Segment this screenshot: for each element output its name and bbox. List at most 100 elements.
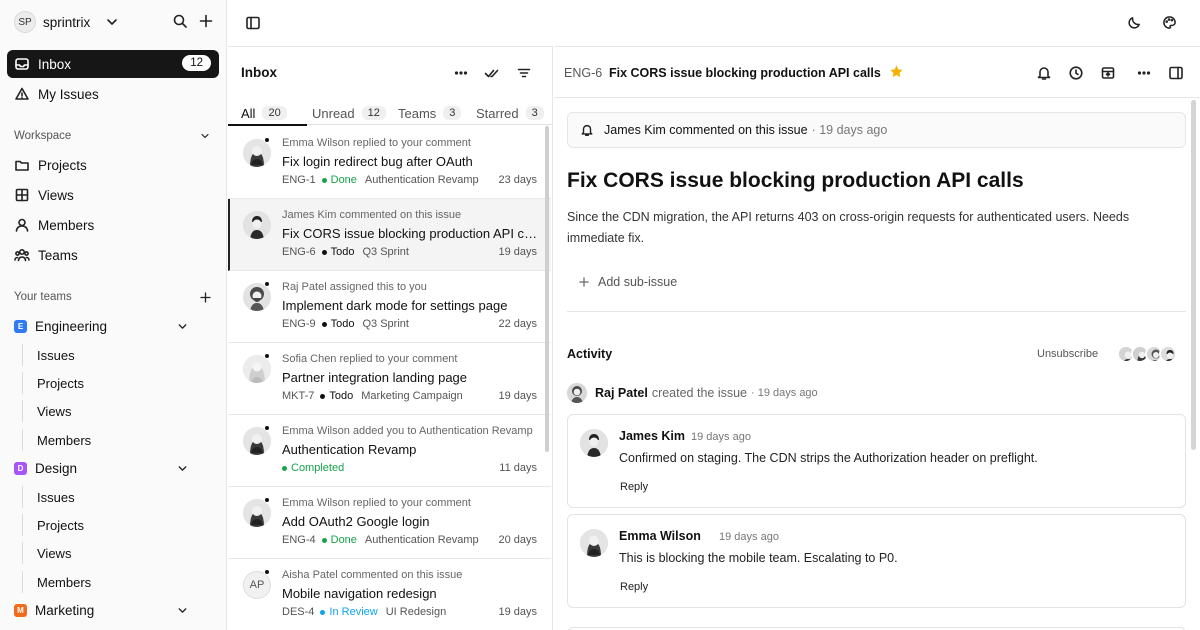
item-event: James Kim commented on this issue — [282, 209, 462, 221]
sidebar: SP sprintrix Inbox 12 My Issues Workspac… — [0, 0, 227, 630]
sidebar-item-label: Inbox — [38, 56, 72, 72]
issue-description[interactable]: Since the CDN migration, the API returns… — [567, 207, 1167, 249]
search-icon[interactable] — [172, 13, 188, 29]
unread-dot — [264, 425, 270, 431]
status-dot — [321, 537, 327, 543]
issue-id: ENG-4 — [282, 534, 316, 546]
banner-text: James Kim commented on this issue — [604, 123, 808, 137]
inbox-item[interactable]: Raj Patel assigned this to you Implement… — [228, 271, 551, 343]
team-engineering-views[interactable]: Views — [22, 400, 212, 422]
tab-unread[interactable]: Unread 12 — [312, 103, 386, 123]
tab-all[interactable]: All 20 — [241, 103, 287, 123]
palette-icon[interactable] — [1162, 15, 1177, 30]
team-design[interactable]: D Design — [14, 458, 77, 478]
activity-created: Raj Patel created the issue · 19 days ag… — [567, 383, 818, 403]
item-event: Raj Patel assigned this to you — [282, 281, 427, 293]
item-title: Partner integration landing page — [282, 370, 468, 385]
inbox-item[interactable]: Emma Wilson replied to your comment Fix … — [228, 127, 551, 199]
avatar-initials: AP — [243, 571, 271, 599]
activity-time: · 19 days ago — [751, 387, 818, 399]
sidebar-item-label: My Issues — [38, 86, 99, 102]
chevron-down-icon[interactable] — [176, 604, 189, 617]
activity-text: created the issue — [651, 386, 748, 400]
chevron-down-icon[interactable] — [176, 462, 189, 475]
project-name: Marketing Campaign — [361, 390, 463, 402]
inbox-scrollbar[interactable] — [545, 126, 549, 452]
bell-icon[interactable] — [1036, 65, 1052, 81]
status-label: Done — [330, 534, 357, 546]
sidebar-item-views[interactable]: Views — [7, 181, 219, 209]
workspace-switcher[interactable]: SP sprintrix — [14, 10, 120, 34]
clock-icon[interactable] — [1068, 65, 1084, 81]
status-label: Todo — [329, 390, 354, 402]
project-name: Authentication Revamp — [364, 534, 479, 546]
tab-teams[interactable]: Teams 3 — [398, 103, 462, 123]
team-engineering-members[interactable]: Members — [22, 429, 212, 451]
comment-body: This is blocking the mobile team. Escala… — [619, 551, 898, 565]
sidebar-item-members[interactable]: Members — [7, 211, 219, 239]
avatar — [243, 355, 271, 383]
more-horizontal-icon[interactable] — [453, 65, 469, 81]
team-design-projects[interactable]: Projects — [22, 514, 212, 536]
archive-icon[interactable] — [1100, 65, 1116, 81]
chevron-down-icon — [107, 19, 118, 25]
status-dot — [320, 393, 326, 399]
add-sub-issue-button[interactable]: Add sub-issue — [578, 275, 677, 289]
sidebar-item-projects[interactable]: Projects — [7, 151, 219, 179]
unread-dot — [264, 569, 270, 575]
item-time: 22 days — [498, 318, 537, 330]
sidebar-item-teams[interactable]: Teams — [7, 241, 219, 269]
actor-name[interactable]: Raj Patel — [595, 386, 648, 400]
moon-icon[interactable] — [1127, 15, 1142, 30]
users-group-icon — [14, 248, 30, 262]
team-design-views[interactable]: Views — [22, 542, 212, 564]
chevron-down-icon[interactable] — [176, 320, 189, 333]
sidebar-toggle-icon[interactable] — [245, 15, 261, 31]
banner-time: · 19 days ago — [811, 123, 888, 137]
comment-time: 19 days ago — [691, 431, 751, 443]
item-meta: ENG-9 Todo Q3 Sprint — [282, 318, 409, 330]
item-meta: ENG-6 Todo Q3 Sprint — [282, 246, 409, 258]
unread-dot — [264, 497, 270, 503]
team-design-issues[interactable]: Issues — [22, 486, 212, 508]
plus-icon[interactable] — [199, 291, 212, 304]
teams-section-header: Your teams — [14, 291, 72, 303]
item-time: 11 days — [499, 462, 537, 474]
team-marketing[interactable]: M Marketing — [14, 600, 94, 620]
team-engineering-issues[interactable]: Issues — [22, 344, 212, 366]
inbox-item[interactable]: AP Aisha Patel commented on this issue M… — [228, 559, 551, 630]
team-engineering-projects[interactable]: Projects — [22, 372, 212, 394]
sidebar-item-inbox[interactable]: Inbox 12 — [7, 50, 219, 78]
avatar — [243, 139, 271, 167]
reply-button[interactable]: Reply — [620, 581, 648, 593]
avatar — [243, 427, 271, 455]
sidebar-item-my-issues[interactable]: My Issues — [7, 80, 219, 108]
team-design-members[interactable]: Members — [22, 571, 212, 593]
inbox-item[interactable]: James Kim commented on this issue Fix CO… — [228, 199, 551, 271]
issue-title[interactable]: Fix CORS issue blocking production API c… — [567, 169, 1024, 193]
detail-scrollbar[interactable] — [1191, 100, 1196, 450]
unsubscribe-button[interactable]: Unsubscribe — [1037, 348, 1098, 360]
status-dot — [321, 249, 327, 255]
filter-icon[interactable] — [516, 65, 532, 81]
tab-starred[interactable]: Starred 3 — [476, 103, 544, 123]
inbox-item[interactable]: Emma Wilson replied to your comment Add … — [228, 487, 551, 559]
double-check-icon[interactable] — [484, 65, 500, 81]
tab-count: 20 — [262, 106, 287, 120]
star-icon[interactable] — [889, 64, 904, 79]
reply-button[interactable]: Reply — [620, 481, 648, 493]
avatar — [1159, 345, 1177, 363]
more-horizontal-icon[interactable] — [1136, 65, 1152, 81]
comment-author[interactable]: Emma Wilson — [619, 529, 701, 543]
comment-time: 19 days ago — [719, 531, 779, 543]
inbox-item[interactable]: Emma Wilson added you to Authentication … — [228, 415, 551, 487]
inbox-item[interactable]: Sofia Chen replied to your comment Partn… — [228, 343, 551, 415]
panel-right-icon[interactable] — [1168, 65, 1184, 81]
project-name: Q3 Sprint — [362, 318, 409, 330]
plus-icon[interactable] — [198, 13, 214, 29]
inbox-title: Inbox — [241, 65, 277, 80]
comment-author[interactable]: James Kim — [619, 429, 685, 443]
issue-id: DES-4 — [282, 606, 315, 618]
team-engineering[interactable]: E Engineering — [14, 316, 107, 336]
chevron-down-icon[interactable] — [199, 130, 211, 142]
